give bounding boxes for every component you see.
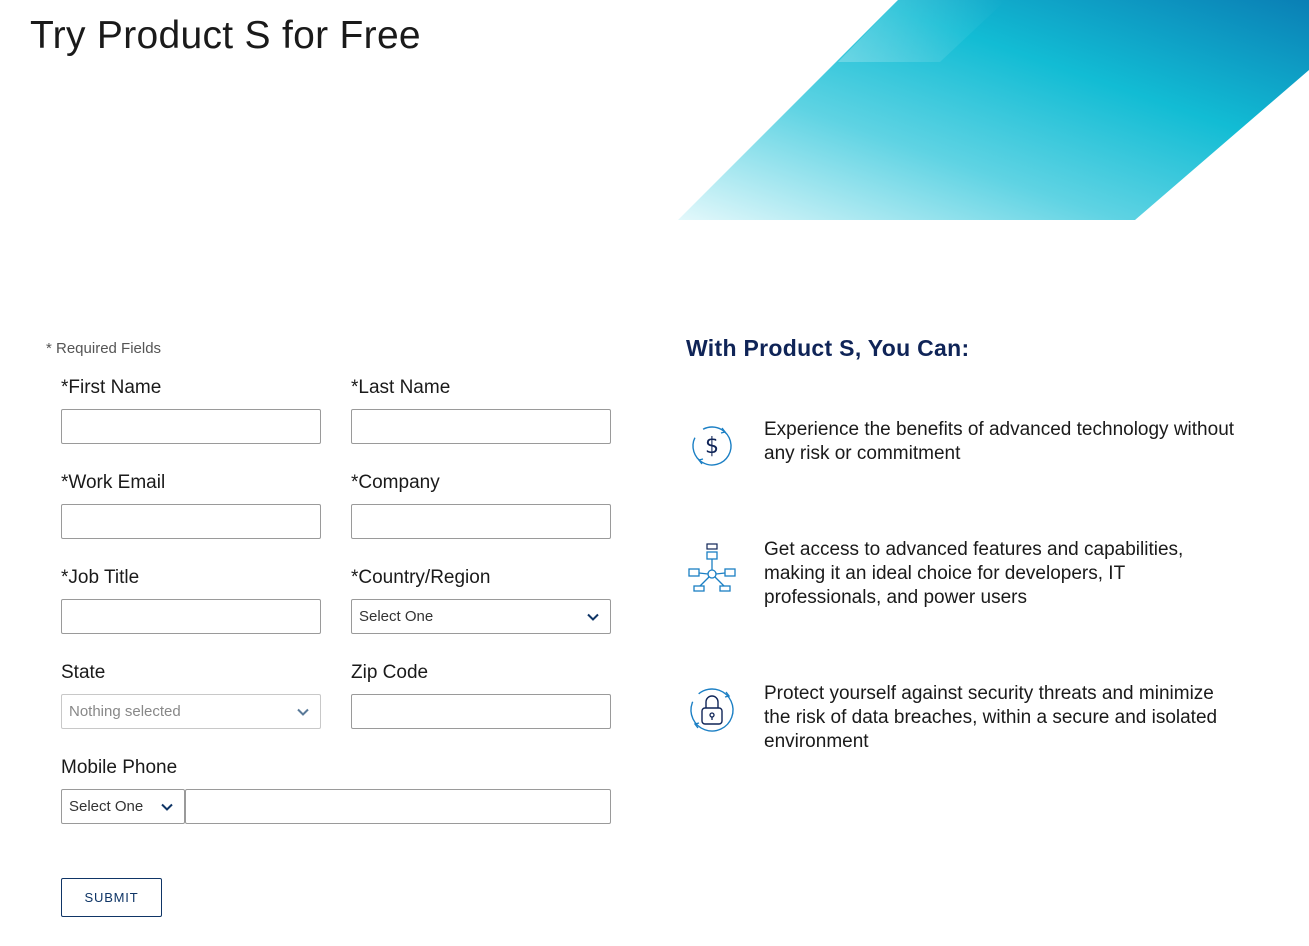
first-name-label: *First Name	[61, 377, 162, 398]
required-fields-note: * Required Fields	[46, 340, 162, 357]
chevron-down-icon	[297, 708, 309, 716]
phone-country-code-select[interactable]: Select One	[61, 789, 185, 824]
last-name-field: *Last Name	[351, 376, 611, 444]
first-name-input[interactable]	[61, 409, 321, 444]
benefit-text: Get access to advanced features and capa…	[764, 539, 1184, 608]
company-label: *Company	[351, 472, 440, 493]
benefit-item: Protect yourself against security threat…	[686, 682, 1266, 754]
last-name-input[interactable]	[351, 409, 611, 444]
mobile-phone-input[interactable]	[185, 789, 611, 824]
company-input[interactable]	[351, 504, 611, 539]
benefit-item: $ Experience the benefits of advanced te…	[686, 418, 1266, 472]
lock-cycle-icon	[690, 688, 734, 732]
phone-code-selected-value: Select One	[69, 798, 144, 815]
country-select[interactable]: Select One	[351, 599, 611, 634]
state-field: State Nothing selected	[61, 661, 321, 729]
work-email-field: *Work Email	[61, 471, 321, 539]
mobile-phone-label: Mobile Phone	[61, 757, 178, 778]
state-select[interactable]: Nothing selected	[61, 694, 321, 729]
page-title: Try Product S for Free	[30, 14, 421, 57]
network-nodes-icon	[688, 543, 736, 592]
job-title-input[interactable]	[61, 599, 321, 634]
job-title-field: *Job Title	[61, 566, 321, 634]
job-title-label: *Job Title	[61, 567, 140, 588]
zip-code-label: Zip Code	[351, 662, 429, 683]
country-selected-value: Select One	[359, 608, 434, 625]
mobile-phone-field: Mobile Phone Select One	[61, 756, 611, 824]
company-field: *Company	[351, 471, 611, 539]
benefit-text: Protect yourself against security threat…	[764, 683, 1218, 752]
state-label: State	[61, 662, 106, 683]
state-selected-value: Nothing selected	[69, 703, 181, 720]
svg-text:$: $	[705, 434, 719, 459]
zip-code-input[interactable]	[351, 694, 611, 729]
work-email-label: *Work Email	[61, 472, 166, 493]
zip-code-field: Zip Code	[351, 661, 611, 729]
benefit-text: Experience the benefits of advanced tech…	[764, 419, 1235, 464]
submit-button[interactable]: SUBMIT	[61, 878, 162, 917]
benefits-heading: With Product S, You Can:	[686, 335, 970, 361]
chevron-down-icon	[161, 803, 173, 811]
work-email-input[interactable]	[61, 504, 321, 539]
chevron-down-icon	[587, 613, 599, 621]
first-name-field: *First Name	[61, 376, 321, 444]
country-label: *Country/Region	[351, 567, 491, 588]
country-field: *Country/Region Select One	[351, 566, 611, 634]
last-name-label: *Last Name	[351, 377, 451, 398]
benefit-item: Get access to advanced features and capa…	[686, 538, 1266, 610]
decorative-banner	[678, 0, 1309, 220]
dollar-cycle-icon: $	[692, 426, 732, 466]
